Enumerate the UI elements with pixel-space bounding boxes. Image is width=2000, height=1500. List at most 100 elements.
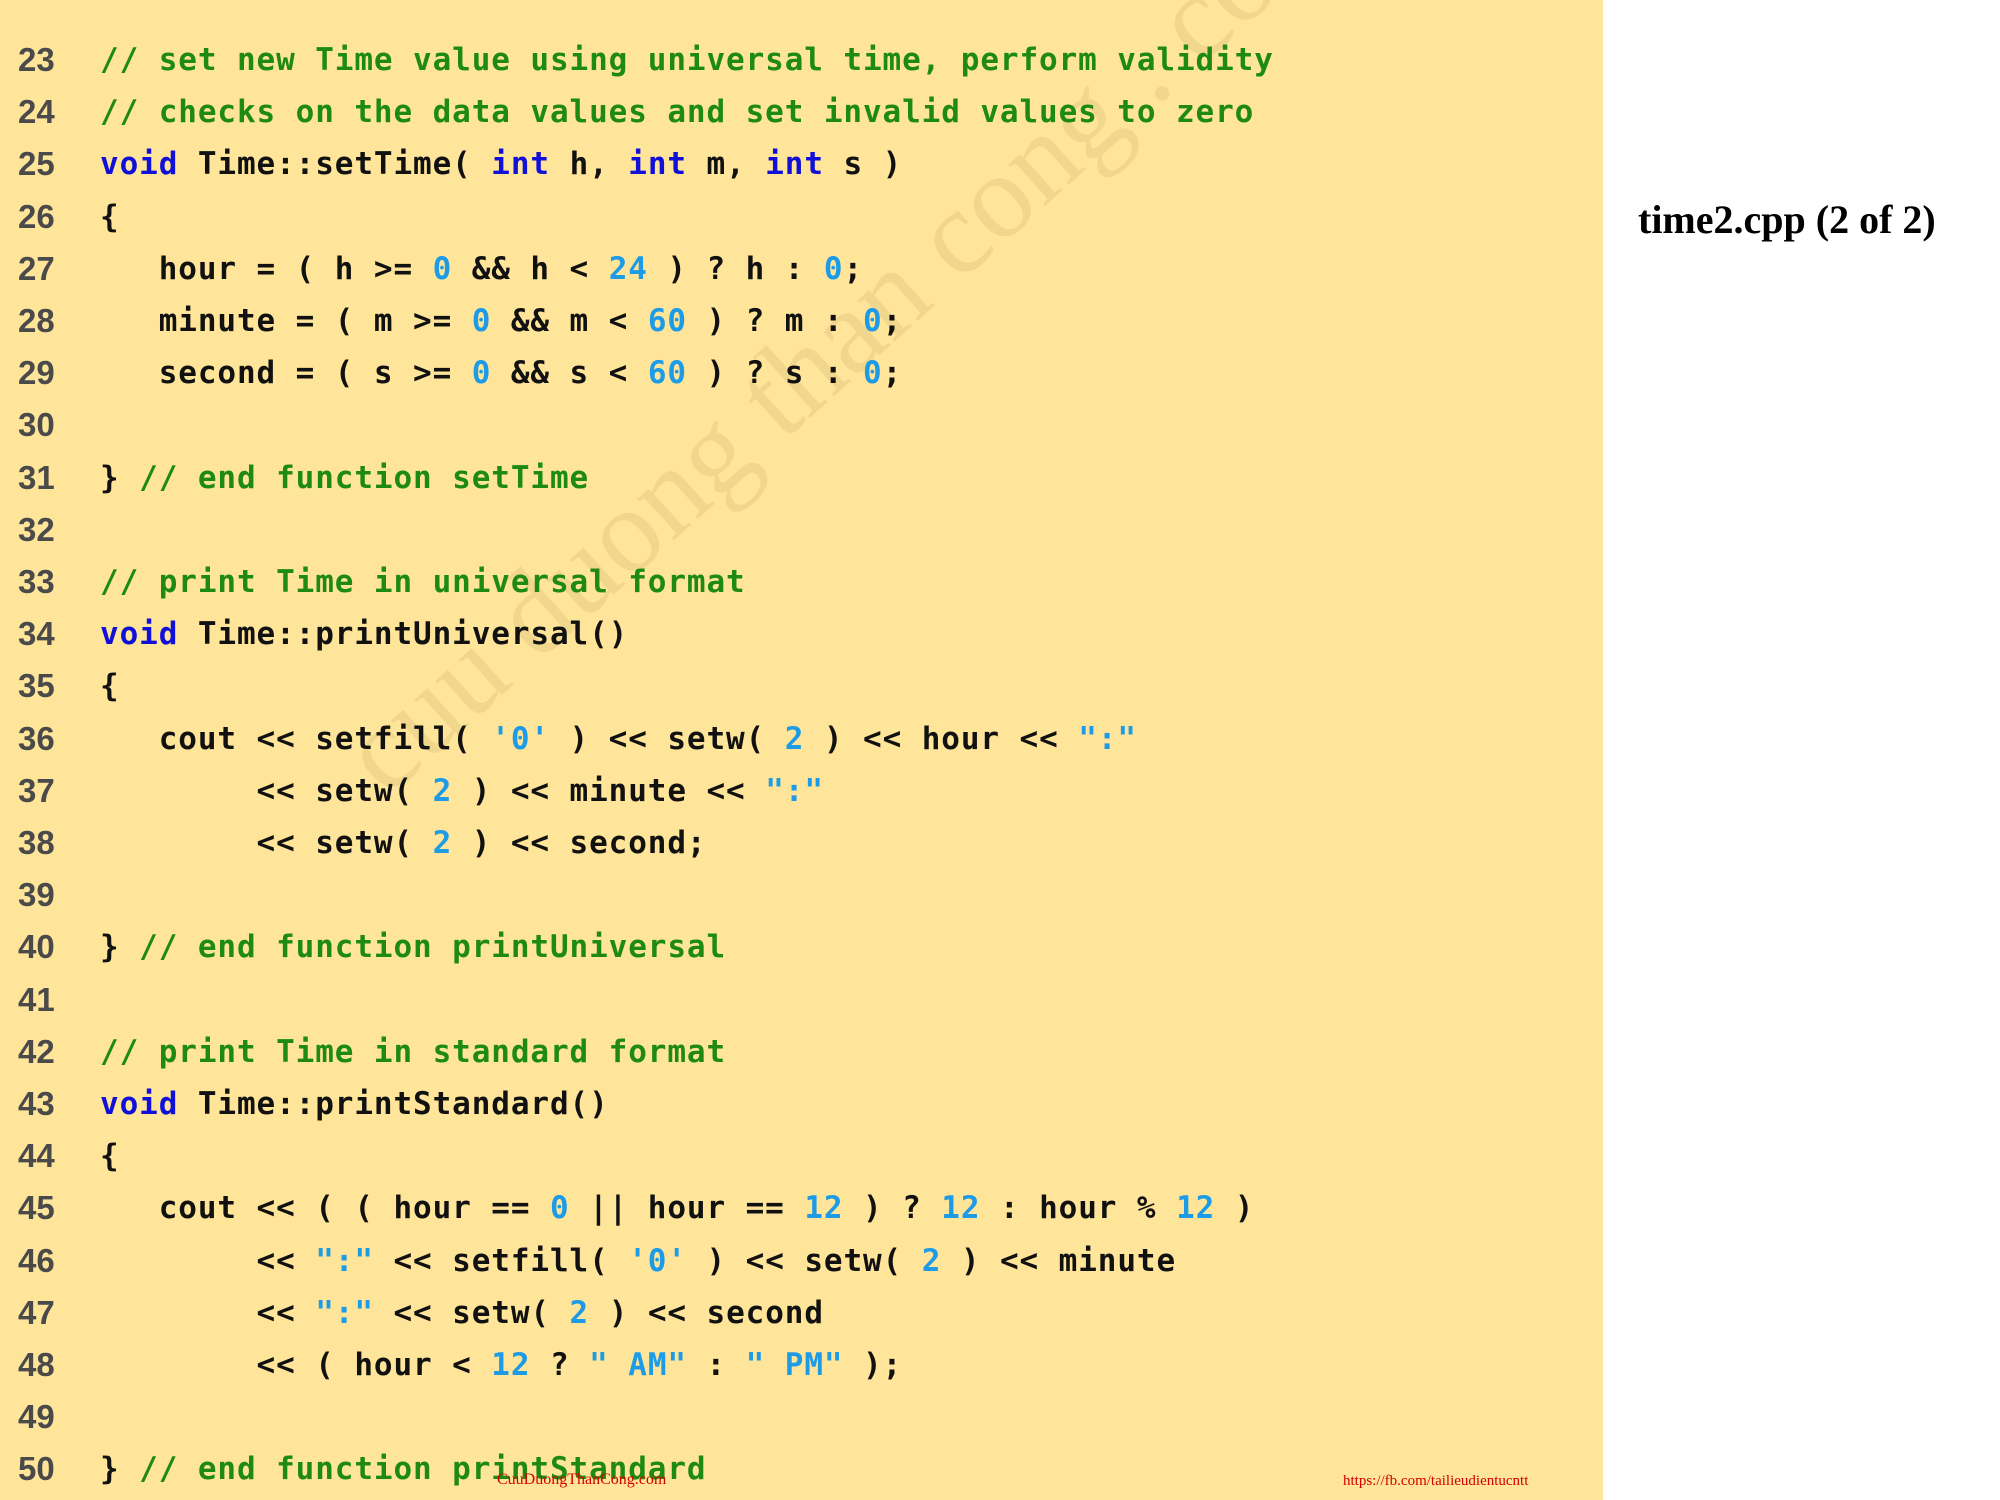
line-number: 28 (18, 302, 55, 339)
code-token-plain: ) ? s : (686, 355, 864, 392)
code-token-plain: ; (843, 250, 864, 287)
code-token-plain: || hour == (569, 1190, 805, 1227)
line-number: 24 (18, 93, 55, 131)
code-text: } // end function printUniversal (100, 921, 726, 973)
code-token-literal: " AM" (589, 1347, 687, 1383)
footer-link[interactable]: https://fb.com/tailieudientucntt (1343, 1473, 1528, 1490)
code-token-plain: ) << second (589, 1294, 824, 1331)
line-number: 23 (18, 41, 55, 78)
code-token-literal: 0 (471, 355, 492, 392)
code-token-plain: Time::setTime( (178, 146, 492, 183)
code-token-literal: 0 (549, 1190, 570, 1227)
line-number: 44 (18, 1137, 55, 1175)
line-number: 43 (18, 1085, 55, 1122)
code-text: // checks on the data values and set inv… (100, 86, 1254, 138)
code-token-plain: Time::printUniversal() (178, 616, 629, 653)
code-text: { (100, 1130, 120, 1182)
code-token-plain: << setw( (100, 825, 433, 861)
code-token-plain: hour = ( h >= (100, 250, 433, 287)
code-token-plain: && h < (452, 250, 609, 287)
line-number: 45 (18, 1189, 55, 1227)
code-text: << setw( 2 ) << second; (100, 817, 707, 869)
line-number: 50 (18, 1450, 55, 1488)
code-token-comment: // set new Time value using universal ti… (100, 42, 1274, 78)
code-token-keyword: void (100, 616, 179, 653)
code-token-literal: 24 (608, 250, 648, 287)
code-token-plain: second = ( s >= (100, 355, 472, 392)
line-number: 26 (18, 197, 55, 235)
file-title: time2.cpp (2 of 2) (1638, 197, 1936, 242)
code-token-plain: Time::printStandard() (178, 1086, 609, 1122)
code-token-literal: ":" (1078, 720, 1137, 757)
code-text: hour = ( h >= 0 && h < 24 ) ? h : 0; (100, 243, 863, 295)
code-token-literal: 60 (647, 303, 687, 339)
line-number: 37 (18, 771, 55, 809)
code-token-keyword: int (628, 146, 687, 183)
code-text: cout << setfill( '0' ) << setw( 2 ) << h… (100, 713, 1137, 765)
line-number: 36 (18, 719, 55, 757)
code-token-literal: 2 (569, 1294, 590, 1331)
code-token-plain: << setw( (100, 772, 433, 809)
code-token-plain: << setw( (373, 1294, 570, 1331)
code-token-plain: << ( hour < (100, 1347, 492, 1383)
code-token-literal: 2 (432, 772, 453, 809)
code-text: minute = ( m >= 0 && m < 60 ) ? m : 0; (100, 295, 902, 347)
code-token-plain: cout << ( ( hour == (100, 1190, 550, 1227)
line-number: 31 (18, 458, 55, 496)
code-text: void Time::setTime( int h, int m, int s … (100, 138, 902, 190)
code-token-plain: ) << second; (452, 825, 707, 861)
code-token-plain: ) << setw( (686, 1242, 922, 1279)
code-token-plain: ) ? m : (686, 303, 864, 339)
code-token-plain: { (100, 668, 120, 705)
code-token-plain: minute = ( m >= (100, 303, 472, 339)
code-token-keyword: int (765, 146, 824, 183)
code-token-literal: 2 (921, 1242, 942, 1279)
code-token-literal: 0 (823, 250, 844, 287)
code-token-literal: ":" (315, 1294, 374, 1331)
line-number: 35 (18, 667, 55, 705)
code-token-plain: << (100, 1242, 316, 1279)
footer-site-name: CuuDuongThanCong.com (497, 1471, 667, 1488)
code-token-literal: 12 (491, 1347, 531, 1383)
code-text: << ":" << setw( 2 ) << second (100, 1287, 824, 1339)
code-token-plain: } (100, 929, 140, 966)
code-token-literal: 12 (941, 1190, 981, 1227)
code-token-plain: ) << minute (941, 1242, 1177, 1279)
line-number: 48 (18, 1346, 55, 1383)
code-text: << setw( 2 ) << minute << ":" (100, 765, 824, 817)
code-token-plain: } (100, 459, 140, 496)
code-text: << ( hour < 12 ? " AM" : " PM" ); (100, 1339, 902, 1391)
code-token-plain: s ) (823, 146, 903, 183)
code-text: { (100, 660, 120, 712)
line-number: 49 (18, 1398, 55, 1436)
code-text: void Time::printStandard() (100, 1078, 609, 1130)
line-number: 46 (18, 1241, 55, 1279)
code-text: { (100, 191, 120, 243)
code-token-literal: 0 (863, 303, 883, 339)
code-token-literal: ":" (765, 772, 824, 809)
line-number: 47 (18, 1293, 55, 1331)
code-token-plain: ); (843, 1347, 903, 1383)
code-token-comment: // end function printUniversal (139, 929, 727, 966)
line-number: 34 (18, 615, 55, 653)
code-token-plain: ) << minute << (452, 772, 766, 809)
code-token-plain: : (686, 1347, 746, 1383)
code-token-literal: 0 (432, 250, 453, 287)
code-token-comment: // print Time in standard format (100, 1033, 727, 1070)
line-number: 25 (18, 145, 55, 183)
line-number: 29 (18, 354, 55, 392)
code-text: // set new Time value using universal ti… (100, 34, 1274, 86)
code-token-literal: 2 (784, 720, 805, 757)
line-number: 38 (18, 824, 55, 861)
code-token-literal: 0 (471, 303, 492, 339)
code-token-literal: 60 (647, 355, 687, 392)
code-token-plain: && s < (491, 355, 648, 392)
line-number: 30 (18, 406, 55, 444)
code-token-literal: '0' (491, 720, 550, 757)
code-token-literal: 0 (863, 355, 883, 392)
line-number: 40 (18, 928, 55, 966)
code-token-plain: } (100, 1451, 140, 1488)
code-token-plain: cout << setfill( (100, 720, 492, 757)
code-token-plain: ? (530, 1347, 590, 1383)
code-panel: cuu duong than cong . com 23// set new T… (0, 0, 1603, 1500)
